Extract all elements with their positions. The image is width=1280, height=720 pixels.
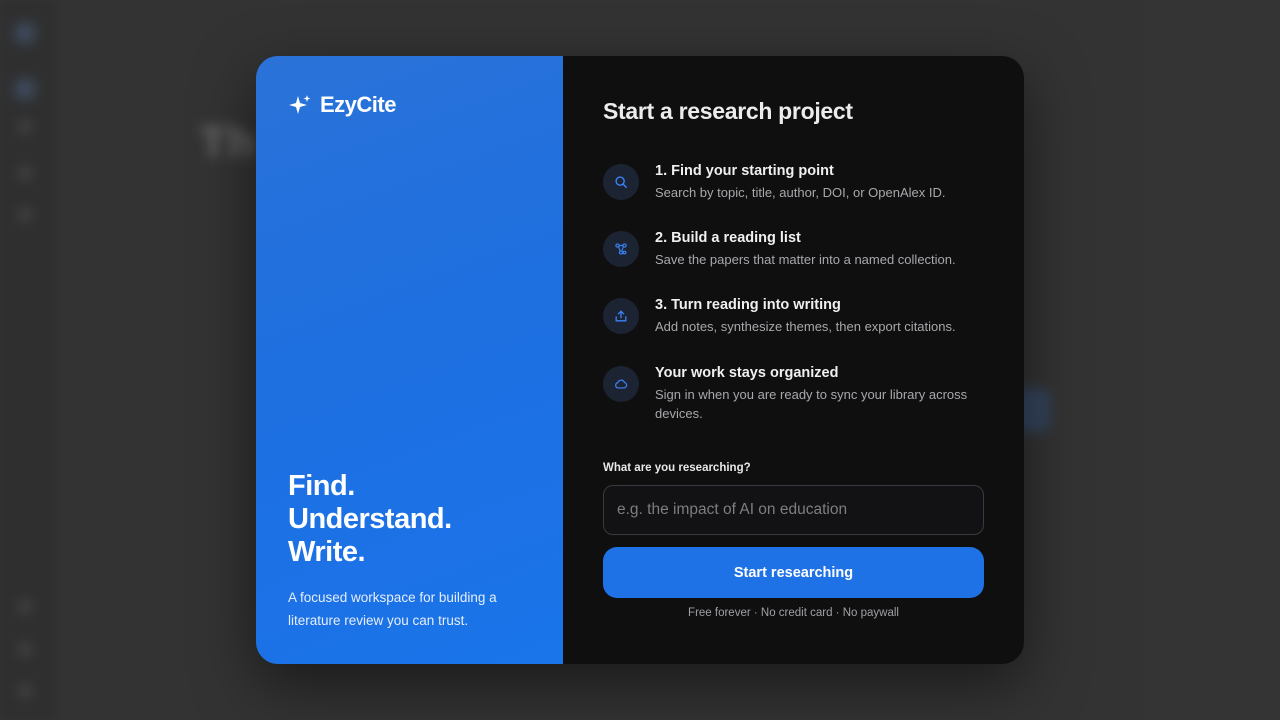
step-description: Search by topic, title, author, DOI, or … (655, 185, 946, 200)
start-researching-button[interactable]: Start researching (603, 547, 984, 598)
step-title: Your work stays organized (655, 365, 839, 381)
onboarding-modal: EzyCite Find. Understand. Write. A focus… (256, 56, 1024, 664)
research-topic-input[interactable] (603, 485, 984, 535)
step-title: 3. Turn reading into writing (655, 297, 841, 313)
search-icon (603, 164, 639, 200)
panel-heading: Start a research project (603, 98, 853, 124)
tagline-line: Write. (288, 536, 366, 568)
tagline-line: Find. (288, 470, 355, 502)
cloud-icon (603, 366, 639, 402)
hero-blurb: A focused workspace for building a liter… (288, 590, 497, 628)
brand-logo: EzyCite (288, 92, 396, 118)
network-icon (603, 231, 639, 267)
step-organized: Your work stays organized Sign in when y… (603, 362, 993, 423)
upload-icon (603, 298, 639, 334)
brand-name: EzyCite (320, 92, 396, 117)
step-description: Sign in when you are ready to sync your … (655, 387, 968, 421)
step-write: 3. Turn reading into writing Add notes, … (603, 294, 956, 336)
sparkle-icon (289, 95, 311, 114)
research-topic-label: What are you researching? (603, 462, 751, 474)
brand-panel: EzyCite Find. Understand. Write. A focus… (256, 56, 563, 664)
step-title: 1. Find your starting point (655, 163, 834, 179)
step-find: 1. Find your starting point Search by to… (603, 160, 945, 202)
step-build: 2. Build a reading list Save the papers … (603, 227, 956, 269)
tagline-line: Understand. (288, 503, 452, 535)
step-description: Save the papers that matter into a named… (655, 252, 956, 267)
fineprint: Free forever · No credit card · No paywa… (688, 607, 899, 619)
step-title: 2. Build a reading list (655, 230, 801, 246)
setup-panel: Start a research project 1. Find your st… (563, 56, 1024, 664)
step-description: Add notes, synthesize themes, then expor… (655, 319, 956, 334)
hero-tagline: Find. Understand. Write. (288, 470, 452, 569)
